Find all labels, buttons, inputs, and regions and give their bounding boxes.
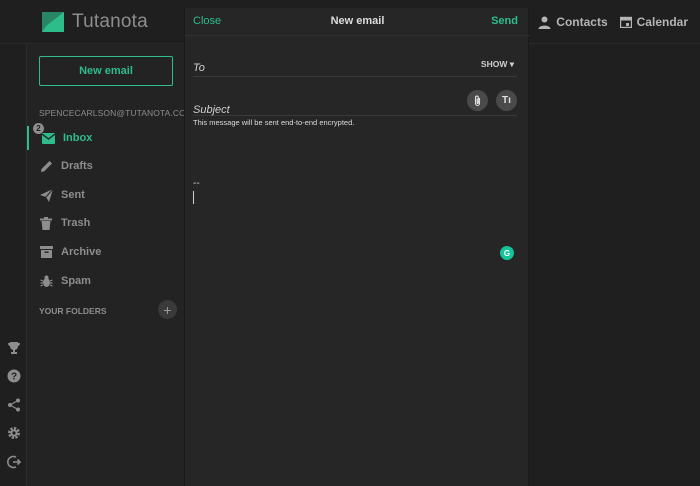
logo-text: Tutanota: [72, 11, 148, 32]
attach-button[interactable]: [467, 90, 488, 111]
logout-icon[interactable]: [7, 455, 22, 469]
compose-title: New email: [330, 15, 385, 27]
sidebar-item-label: Trash: [61, 217, 91, 229]
tutanota-logo-icon: [40, 10, 66, 34]
sidebar-item-spam[interactable]: Spam: [27, 269, 185, 293]
compose-header: Close New email Send: [185, 8, 530, 36]
show-details-button[interactable]: SHOW ▾: [481, 59, 514, 70]
add-folder-button[interactable]: +: [158, 300, 177, 319]
sidebar-item-trash[interactable]: Trash: [27, 211, 185, 235]
share-icon[interactable]: [7, 398, 21, 412]
text-caret: [193, 191, 194, 204]
settings-icon[interactable]: [7, 426, 21, 440]
nav-calendar-label: Calendar: [636, 15, 688, 29]
svg-text:?: ?: [11, 372, 17, 383]
send-button[interactable]: Send: [491, 15, 518, 27]
to-field[interactable]: To: [193, 58, 517, 77]
your-folders-heading: YOUR FOLDERS: [39, 306, 107, 316]
paperclip-icon: [474, 95, 481, 106]
sidebar-item-label: Drafts: [61, 160, 93, 172]
calendar-icon: [619, 16, 632, 28]
sidebar: New email SPENCECARLSON@TUTANOTA.COM ▴ 2…: [26, 44, 200, 486]
nav-calendar[interactable]: Calendar: [619, 15, 688, 29]
sidebar-item-archive[interactable]: Archive: [27, 240, 185, 264]
grammarly-icon[interactable]: G: [500, 246, 514, 260]
inbox-icon: [42, 132, 55, 144]
bug-icon: [40, 275, 53, 287]
to-label: To: [193, 62, 205, 74]
sidebar-item-label: Spam: [61, 275, 91, 287]
encryption-note: This message will be sent end-to-end enc…: [193, 118, 355, 127]
sidebar-item-label: Inbox: [63, 132, 93, 144]
paper-plane-icon: [40, 188, 53, 202]
signature-text[interactable]: --: [193, 178, 200, 189]
sidebar-item-label: Archive: [61, 246, 102, 258]
subject-label: Subject: [193, 104, 230, 116]
text-format-button[interactable]: Tı: [496, 90, 517, 111]
archive-icon: [40, 246, 53, 258]
nav-contacts-label: Contacts: [556, 15, 608, 29]
pencil-icon: [41, 160, 52, 172]
help-icon[interactable]: ?: [7, 369, 21, 383]
nav-contacts[interactable]: Contacts: [538, 15, 608, 29]
trash-icon: [40, 216, 52, 230]
logo[interactable]: Tutanota: [40, 10, 148, 34]
new-email-button[interactable]: New email: [39, 56, 173, 86]
sidebar-item-sent[interactable]: Sent: [27, 183, 185, 207]
account-selector[interactable]: SPENCECARLSON@TUTANOTA.COM ▴: [39, 108, 200, 119]
trophy-icon[interactable]: [7, 341, 21, 355]
person-icon: [538, 16, 551, 29]
compose-dialog: Close New email Send To SHOW ▾ Subject T…: [184, 8, 530, 486]
sidebar-item-inbox[interactable]: 2 Inbox: [27, 123, 185, 150]
sidebar-item-drafts[interactable]: Drafts: [27, 154, 185, 178]
sidebar-item-label: Sent: [61, 189, 85, 201]
left-rail: ?: [0, 44, 26, 486]
text-format-icon: Tı: [502, 95, 511, 106]
